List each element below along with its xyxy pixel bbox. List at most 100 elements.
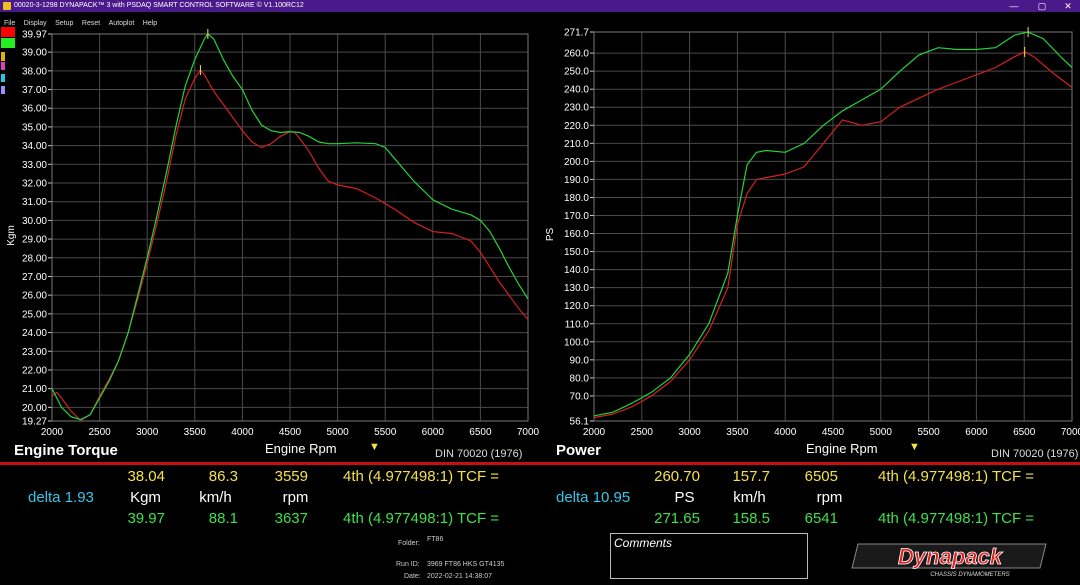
power-run2-rpm: 6541 (804, 510, 838, 527)
y-tick-label: 110.0 (565, 319, 590, 330)
torque-run1-rpm: 3559 (274, 468, 308, 485)
power-run2-speed: 158.5 (732, 510, 770, 527)
minimize-button[interactable]: — (1002, 0, 1026, 12)
y-tick-label: 36.00 (22, 104, 47, 115)
x-tick-label: 4500 (822, 427, 845, 438)
y-tick-label: 35.00 (22, 122, 47, 133)
torque-speed-unit: km/h (199, 489, 232, 506)
power-run1-value: 260.70 (654, 468, 700, 485)
torque-run1-speed: 86.3 (208, 468, 238, 485)
app-icon (3, 2, 11, 10)
y-tick-label: 271.7 (564, 28, 589, 39)
x-tick-label: 5500 (374, 427, 397, 438)
close-button[interactable]: ✕ (1056, 0, 1080, 12)
power-run2-value: 271.65 (654, 510, 700, 527)
x-tick-label: 3500 (184, 427, 207, 438)
torque-xaxis-dropdown-icon[interactable]: ▼ (369, 441, 380, 453)
x-tick-label: 7000 (517, 427, 540, 438)
y-tick-label: 39.00 (22, 48, 47, 59)
y-tick-label: 56.1 (570, 417, 590, 428)
y-tick-label: 170.0 (564, 211, 589, 222)
torque-run2-value: 39.97 (127, 510, 165, 527)
power-run1-rpm: 6505 (804, 468, 838, 485)
runid-label: Run ID: (396, 561, 420, 568)
x-tick-label: 7000 (1061, 427, 1080, 438)
power-run1-gear: 4th (4.977498:1) TCF = (878, 468, 1035, 485)
y-tick-label: 160.0 (564, 229, 589, 240)
folder-value: FT86 (427, 536, 444, 543)
x-tick-label: 3000 (136, 427, 159, 438)
power-speed-unit: km/h (733, 489, 766, 506)
y-tick-label: 29.00 (22, 235, 47, 246)
dynapack-logo: Dynapack CHASSIS DYNAMOMETERS (851, 543, 1047, 578)
power-run2-gear: 4th (4.977498:1) TCF = (878, 510, 1035, 527)
power-unit: PS (674, 489, 695, 506)
y-tick-label: 120.0 (564, 301, 589, 312)
torque-delta: delta 1.93 (28, 489, 94, 506)
y-tick-label: 27.00 (22, 272, 47, 283)
torque-run2-gear: 4th (4.977498:1) TCF = (343, 510, 500, 527)
menu-bar: File Display Setup Reset Autoplot Help (0, 12, 1080, 27)
x-tick-label: 2500 (88, 427, 111, 438)
y-tick-label: 220.0 (564, 121, 589, 132)
folder-label: Folder: (398, 540, 420, 547)
x-tick-label: 5500 (917, 427, 940, 438)
y-tick-label: 180.0 (564, 193, 589, 204)
x-tick-label: 2000 (41, 427, 64, 438)
y-tick-label: 22.00 (22, 365, 47, 376)
y-tick-label: 230.0 (564, 103, 589, 114)
date-value: 2022-02-21 14:38:07 (427, 573, 492, 580)
y-tick-label: 28.00 (22, 253, 47, 264)
y-axis-label: PS (545, 228, 556, 242)
y-tick-label: 240.0 (564, 85, 589, 96)
logo-sub-text: CHASSIS DYNAMOMETERS (930, 572, 1009, 578)
torque-run1-gear: 4th (4.977498:1) TCF = (343, 468, 500, 485)
torque-xaxis-selector[interactable]: Engine Rpm (265, 441, 337, 456)
y-tick-label: 32.00 (22, 179, 47, 190)
comments-label: Comments (614, 536, 673, 550)
y-tick-label: 39.97 (22, 30, 47, 41)
y-tick-label: 260.0 (564, 49, 589, 60)
torque-rpm-unit: rpm (282, 489, 309, 506)
power-run1-speed: 157.7 (732, 468, 770, 485)
torque-standard: DIN 70020 (1976) (435, 448, 523, 460)
y-tick-label: 26.00 (22, 291, 47, 302)
y-tick-label: 70.0 (570, 391, 590, 402)
y-tick-label: 210.0 (564, 139, 589, 150)
x-tick-label: 2500 (631, 427, 654, 438)
y-tick-label: 200.0 (564, 157, 589, 168)
y-tick-label: 250.0 (564, 67, 589, 78)
power-xaxis-dropdown-icon[interactable]: ▼ (909, 441, 920, 453)
x-tick-label: 4500 (279, 427, 302, 438)
power-xaxis-selector[interactable]: Engine Rpm (806, 441, 878, 456)
power-rpm-unit: rpm (816, 489, 843, 506)
x-tick-label: 3500 (726, 427, 749, 438)
y-tick-label: 33.00 (22, 160, 47, 171)
y-tick-label: 100.0 (564, 337, 589, 348)
y-tick-label: 19.27 (22, 417, 47, 428)
power-standard: DIN 70020 (1976) (991, 448, 1079, 460)
y-tick-label: 23.00 (22, 347, 47, 358)
x-tick-label: 6000 (965, 427, 988, 438)
window-title: 00020-3-1298 DYNAPACK™ 3 with PSDAQ SMAR… (14, 2, 304, 9)
y-tick-label: 150.0 (564, 247, 589, 258)
x-tick-label: 6500 (1013, 427, 1036, 438)
power-chart: 2000 2500 3000 3500 4000 4500 5000 5500 6000 6500… (545, 27, 1080, 438)
date-label: Date: (404, 573, 421, 580)
y-tick-label: 80.0 (570, 373, 590, 384)
y-tick-label: 38.00 (22, 66, 47, 77)
torque-panel-title: Engine Torque (14, 442, 118, 459)
x-tick-label: 2000 (583, 427, 606, 438)
y-tick-label: 30.00 (22, 216, 47, 227)
y-axis-label: Kgm (6, 225, 17, 246)
torque-run1-value: 38.04 (127, 468, 165, 485)
y-tick-label: 90.0 (570, 355, 590, 366)
runid-value: 3969 FT86 HKS GT4135 (427, 561, 505, 568)
y-tick-label: 31.00 (22, 197, 47, 208)
comments-box[interactable]: Comments (610, 533, 808, 579)
power-panel-title: Power (556, 442, 602, 459)
y-tick-label: 21.00 (22, 384, 47, 395)
y-tick-label: 24.00 (22, 328, 47, 339)
logo-main-text: Dynapack (898, 544, 1004, 569)
maximize-button[interactable]: ▢ (1030, 0, 1054, 12)
